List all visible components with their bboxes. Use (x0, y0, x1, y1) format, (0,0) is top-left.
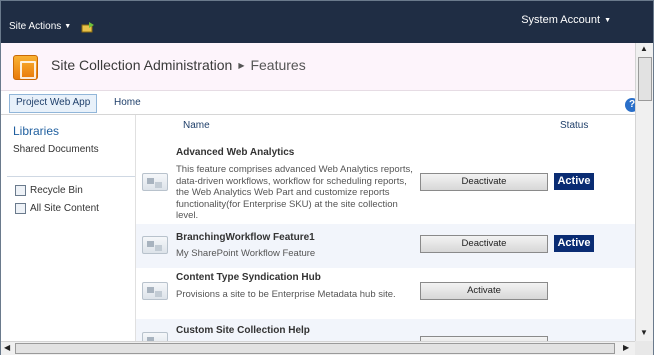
nav-heading-libraries[interactable]: Libraries (13, 124, 59, 138)
navigate-up-icon[interactable] (81, 21, 95, 33)
recycle-bin-icon (15, 185, 26, 196)
vertical-scroll-thumb[interactable] (638, 57, 652, 101)
site-content-icon (15, 203, 26, 214)
vertical-scrollbar[interactable]: ▲ ▼ (635, 43, 653, 341)
page-title: Features (250, 57, 306, 73)
status-badge: Active (554, 235, 594, 252)
nav-item-recycle-bin[interactable]: Recycle Bin (15, 185, 83, 196)
feature-title: Advanced Web Analytics (176, 147, 295, 158)
top-link-bar: Project Web App Home (1, 91, 635, 115)
feature-title: BranchingWorkflow Feature1 (176, 232, 315, 243)
feature-row: Custom Site Collection Help (136, 319, 635, 341)
tab-project-web-app[interactable]: Project Web App (9, 94, 98, 113)
scroll-up-icon[interactable]: ▲ (640, 44, 648, 53)
scroll-corner (635, 341, 653, 355)
horizontal-scroll-thumb[interactable] (15, 343, 615, 354)
account-menu[interactable]: System Account ▼ (521, 14, 611, 26)
tab-home[interactable]: Home (114, 97, 141, 108)
top-ribbon: Site Actions ▼ System Account ▼ (1, 1, 653, 43)
feature-description: Provisions a site to be Enterprise Metad… (176, 289, 396, 300)
nav-divider (7, 176, 135, 177)
column-header-name: Name (183, 120, 210, 131)
feature-icon (142, 282, 168, 300)
chevron-down-icon: ▼ (64, 23, 72, 30)
scroll-down-icon[interactable]: ▼ (640, 328, 648, 337)
scroll-right-icon[interactable]: ▶ (623, 343, 629, 352)
feature-title: Custom Site Collection Help (176, 325, 310, 336)
feature-row: Advanced Web Analytics This feature comp… (136, 139, 635, 223)
quick-launch: Libraries Shared Documents Recycle Bin A… (1, 115, 136, 341)
status-badge: Active (554, 173, 594, 190)
breadcrumb-root[interactable]: Site Collection Administration (51, 57, 232, 73)
breadcrumb: Site Collection Administration ▶ Feature… (51, 57, 306, 73)
nav-item-label: Recycle Bin (30, 185, 83, 196)
deactivate-button[interactable]: Deactivate (420, 173, 548, 191)
breadcrumb-separator-icon: ▶ (238, 60, 245, 70)
nav-item-label: All Site Content (30, 203, 99, 214)
activate-button[interactable]: Activate (420, 282, 548, 300)
feature-row: BranchingWorkflow Feature1 My SharePoint… (136, 224, 635, 268)
browser-window: Site Actions ▼ System Account ▼ Site Col… (0, 0, 654, 355)
feature-row: Content Type Syndication Hub Provisions … (136, 268, 635, 318)
chevron-down-icon: ▼ (604, 16, 611, 24)
title-area: Site Collection Administration ▶ Feature… (1, 43, 635, 91)
site-actions-label: Site Actions (9, 21, 62, 32)
site-logo-icon (13, 55, 38, 80)
scroll-left-icon[interactable]: ◀ (4, 343, 10, 352)
feature-icon (142, 332, 168, 341)
account-label: System Account (521, 14, 601, 26)
features-table: Name Status Advanced Web Analytics This … (136, 115, 635, 341)
nav-item-shared-documents[interactable]: Shared Documents (13, 144, 99, 155)
feature-icon (142, 173, 168, 191)
nav-item-all-site-content[interactable]: All Site Content (15, 203, 99, 214)
horizontal-scrollbar[interactable]: ◀ ▶ (1, 341, 635, 355)
feature-title: Content Type Syndication Hub (176, 272, 321, 283)
feature-icon (142, 236, 168, 254)
deactivate-button[interactable]: Deactivate (420, 235, 548, 253)
column-header-status: Status (560, 120, 589, 131)
feature-description: This feature comprises advanced Web Anal… (176, 164, 413, 221)
feature-description: My SharePoint Workflow Feature (176, 248, 316, 259)
site-actions-menu[interactable]: Site Actions ▼ (9, 21, 71, 32)
